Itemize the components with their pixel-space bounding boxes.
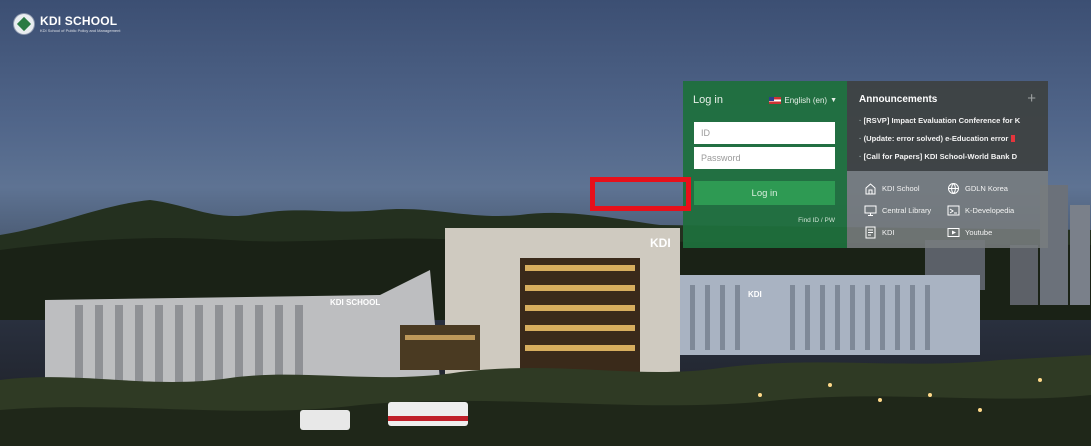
more-announcements-button[interactable]: +	[1027, 90, 1036, 107]
monitor-icon	[864, 205, 877, 216]
announcement-item[interactable]: (Update: error solved) e-Education error	[859, 132, 1048, 150]
quick-link-youtube[interactable]: Youtube	[947, 226, 992, 239]
red-highlight-box	[590, 177, 691, 211]
language-label: English (en)	[784, 95, 828, 105]
announcement-item[interactable]: [RSVP] Impact Evaluation Conference for …	[859, 114, 1048, 132]
announcement-item[interactable]: [Call for Papers] KDI School-World Bank …	[859, 150, 1048, 168]
us-flag-icon	[769, 96, 782, 104]
site-logo[interactable]: KDI SCHOOL KDI School of Public Policy a…	[14, 14, 121, 34]
chevron-down-icon: ▼	[830, 96, 837, 104]
kdi-icon	[865, 226, 876, 239]
building-sign-kdi: KDI	[650, 236, 671, 250]
login-title: Log in	[693, 94, 723, 106]
quick-link-k-developedia[interactable]: K-Developedia	[947, 204, 1014, 217]
language-selector[interactable]: English (en) ▼	[769, 96, 837, 105]
announcements-title: Announcements	[859, 94, 938, 105]
globe-icon	[948, 183, 959, 195]
building-sign-kdi-2: KDI	[748, 290, 762, 299]
id-input[interactable]	[694, 122, 835, 144]
building-icon	[865, 183, 876, 195]
building-sign-kdi-school: KDI SCHOOL	[330, 298, 380, 307]
logo-title: KDI SCHOOL	[40, 14, 118, 28]
logo-subtitle: KDI School of Public Policy and Manageme…	[40, 28, 121, 33]
login-panel: Log in English (en) ▼ Log in Find ID / P…	[683, 81, 847, 248]
password-input[interactable]	[694, 147, 835, 169]
kdp-icon	[947, 205, 960, 216]
quick-link-central-library[interactable]: Central Library	[864, 204, 931, 217]
quick-link-gdln-korea[interactable]: GDLN Korea	[947, 182, 1008, 195]
quick-link-kdi-school[interactable]: KDI School	[864, 182, 920, 195]
play-icon	[947, 228, 960, 237]
login-button[interactable]: Log in	[694, 181, 835, 205]
quick-link-kdi[interactable]: KDI	[864, 226, 895, 239]
find-id-pw-link[interactable]: Find ID / PW	[798, 217, 835, 224]
quick-links-panel: KDI School GDLN Korea Central Library K-…	[847, 171, 1048, 248]
announcements-panel: Announcements + [RSVP] Impact Evaluation…	[847, 81, 1048, 171]
logo-emblem-icon	[14, 14, 34, 34]
new-badge-icon	[1011, 135, 1016, 142]
